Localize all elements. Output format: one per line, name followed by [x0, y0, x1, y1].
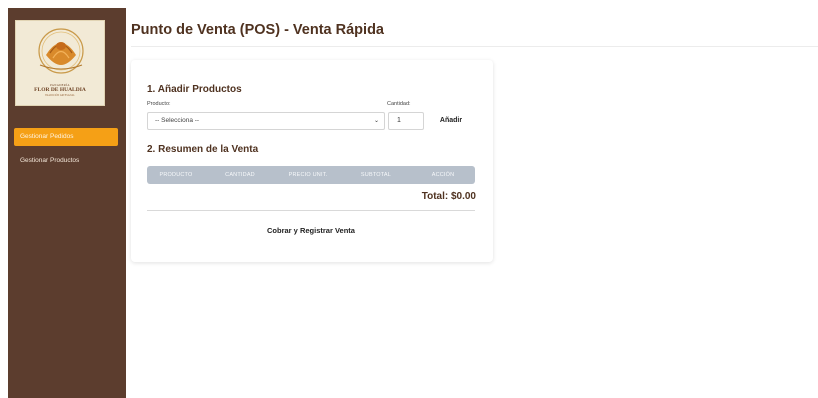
- sidebar: PANADERÍA FLOR DE HUALDIA TRADICIÓN ARTE…: [8, 8, 126, 398]
- summary-divider: [147, 210, 475, 211]
- column-header-subtotal: SUBTOTAL: [360, 172, 392, 178]
- sidebar-item-gestionar-pedidos[interactable]: Gestionar Pedidos: [14, 128, 118, 146]
- quantity-label: Cantidad:: [387, 101, 411, 107]
- column-header-action: ACCIÓN: [431, 172, 455, 178]
- logo-line-3: TRADICIÓN ARTESANAL: [44, 94, 76, 97]
- product-label: Producto:: [147, 101, 171, 107]
- section-title-sale-summary: 2. Resumen de la Venta: [147, 144, 259, 155]
- add-product-button[interactable]: Añadir: [431, 115, 471, 127]
- sales-table-header: PRODUCTO CANTIDAD PRECIO UNIT. SUBTOTAL …: [147, 166, 475, 184]
- pos-card: 1. Añadir Productos Producto: Cantidad: …: [131, 60, 493, 262]
- section-title-add-products: 1. Añadir Productos: [147, 84, 242, 95]
- title-divider: [131, 46, 818, 47]
- column-header-unit-price: PRECIO UNIT.: [288, 172, 328, 178]
- product-select-value: -- Selecciona --: [155, 117, 200, 124]
- column-header-product: PRODUCTO: [159, 172, 193, 178]
- sale-total: Total: $0.00: [421, 191, 476, 202]
- page-title: Punto de Venta (POS) - Venta Rápida: [131, 22, 384, 38]
- column-header-quantity: CANTIDAD: [225, 172, 255, 178]
- logo: PANADERÍA FLOR DE HUALDIA TRADICIÓN ARTE…: [15, 20, 105, 106]
- sidebar-item-label: Gestionar Pedidos: [20, 133, 74, 140]
- sidebar-item-gestionar-productos[interactable]: Gestionar Productos: [14, 152, 118, 170]
- sidebar-item-label: Gestionar Productos: [20, 157, 80, 164]
- quantity-value: 1: [397, 117, 401, 124]
- chevron-down-icon: ⌄: [373, 118, 379, 124]
- product-select[interactable]: -- Selecciona -- ⌄: [147, 112, 385, 130]
- quantity-input[interactable]: 1: [388, 112, 424, 130]
- logo-line-2: FLOR DE HUALDIA: [34, 87, 86, 93]
- checkout-register-button[interactable]: Cobrar y Registrar Venta: [231, 224, 391, 238]
